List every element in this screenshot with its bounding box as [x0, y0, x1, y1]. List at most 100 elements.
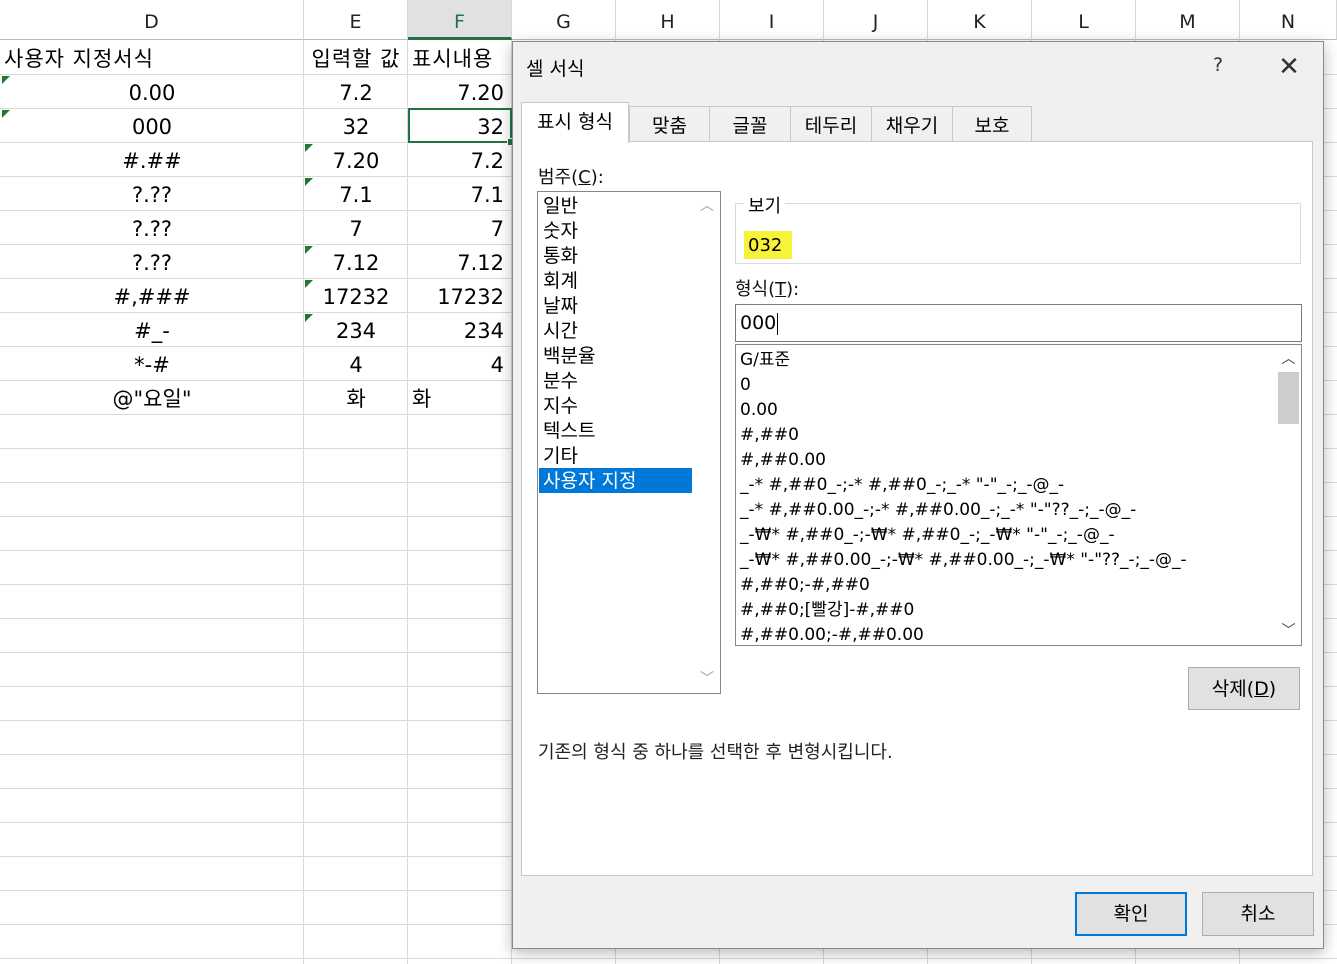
format-list-scrollbar[interactable]: ︿ ﹀: [1276, 345, 1301, 645]
column-header-j[interactable]: J: [824, 0, 928, 40]
cell-format-code[interactable]: ?.??: [0, 245, 304, 278]
row-gridline: [0, 958, 1337, 959]
cell-format-code[interactable]: *-#: [0, 347, 304, 380]
format-code-item[interactable]: 0: [740, 372, 751, 397]
format-code-list[interactable]: ︿ ﹀ G/표준 0 0.00 #,##0 #,##0.00 _-* #,##0_-;-*…: [735, 344, 1302, 646]
preview-label: 보기: [744, 192, 786, 218]
number-tab-panel: 범주(C): ︿ ﹀ 일반 숫자 통화 회계 날짜 시간 백분율 분수 지수 텍스트 기타 사용자 지…: [521, 141, 1313, 876]
category-item[interactable]: 일반: [539, 193, 692, 218]
category-item[interactable]: 기타: [539, 443, 692, 468]
category-item[interactable]: 시간: [539, 318, 692, 343]
cell-input-value[interactable]: 7.1: [304, 177, 408, 210]
chevron-down-icon[interactable]: ﹀: [1276, 619, 1301, 643]
format-code-item[interactable]: _-₩* #,##0.00_-;-₩* #,##0.00_-;_-₩* "-"?…: [740, 547, 1187, 572]
help-button[interactable]: ?: [1203, 54, 1233, 76]
cell-format-code[interactable]: #,###: [0, 279, 304, 312]
error-indicator-icon[interactable]: [305, 178, 313, 186]
cell-display-value[interactable]: 7.2: [408, 143, 508, 176]
category-list[interactable]: ︿ ﹀ 일반 숫자 통화 회계 날짜 시간 백분율 분수 지수 텍스트 기타 사용자 지정: [537, 191, 721, 694]
tab-font[interactable]: 글꼴: [709, 106, 791, 142]
category-item[interactable]: 텍스트: [539, 418, 692, 443]
cell-format-code[interactable]: 사용자 지정서식: [0, 41, 304, 74]
cell-input-value[interactable]: 17232: [304, 279, 408, 312]
cell-input-value[interactable]: 7.12: [304, 245, 408, 278]
cell-display-value[interactable]: 4: [408, 347, 508, 380]
column-header-l[interactable]: L: [1032, 0, 1136, 40]
category-item[interactable]: 회계: [539, 268, 692, 293]
format-type-input[interactable]: 000: [735, 304, 1302, 342]
cancel-button[interactable]: 취소: [1202, 892, 1314, 936]
category-item[interactable]: 통화: [539, 243, 692, 268]
format-code-item[interactable]: 0.00: [740, 397, 778, 422]
description-text: 기존의 형식 중 하나를 선택한 후 변형시킵니다.: [538, 742, 893, 763]
column-header-k[interactable]: K: [928, 0, 1032, 40]
column-header-f[interactable]: F: [408, 0, 512, 40]
cell-format-code[interactable]: ?.??: [0, 211, 304, 244]
format-code-item[interactable]: G/표준: [740, 347, 790, 372]
cell-format-code[interactable]: #.##: [0, 143, 304, 176]
error-indicator-icon[interactable]: [305, 144, 313, 152]
close-button[interactable]: ✕: [1269, 50, 1309, 84]
cell-format-code[interactable]: 000: [0, 109, 304, 142]
cell-input-value[interactable]: 7.2: [304, 75, 408, 108]
format-code-item[interactable]: _-₩* #,##0_-;-₩* #,##0_-;_-₩* "-"_-;_-@_…: [740, 522, 1115, 547]
format-code-item[interactable]: #,##0: [740, 422, 799, 447]
column-header-n[interactable]: N: [1240, 0, 1337, 40]
column-header-i[interactable]: I: [720, 0, 824, 40]
tab-number[interactable]: 표시 형식: [521, 102, 629, 143]
cell-display-value[interactable]: 7.20: [408, 75, 508, 108]
category-item[interactable]: 날짜: [539, 293, 692, 318]
cell-display-value[interactable]: 7.12: [408, 245, 508, 278]
cell-display-value[interactable]: 7: [408, 211, 508, 244]
format-code-item[interactable]: #,##0;-#,##0: [740, 572, 870, 597]
format-code-item[interactable]: #,##0.00;-#,##0.00: [740, 622, 924, 645]
format-code-item[interactable]: _-* #,##0.00_-;-* #,##0.00_-;_-* "-"??_-…: [740, 497, 1136, 522]
ok-button[interactable]: 확인: [1075, 892, 1187, 936]
format-code-item[interactable]: #,##0;[빨강]-#,##0: [740, 597, 914, 622]
error-indicator-icon[interactable]: [305, 280, 313, 288]
column-header-g[interactable]: G: [512, 0, 616, 40]
error-indicator-icon[interactable]: [2, 76, 10, 84]
cell-input-value[interactable]: 7.20: [304, 143, 408, 176]
cell-input-value[interactable]: 입력할 값: [304, 41, 408, 74]
delete-button[interactable]: 삭제(D): [1188, 667, 1300, 710]
error-indicator-icon[interactable]: [2, 110, 10, 118]
cell-input-value[interactable]: 32: [304, 109, 408, 142]
preview-group: [735, 203, 1301, 264]
category-item[interactable]: 백분율: [539, 343, 692, 368]
tab-border[interactable]: 테두리: [790, 106, 872, 142]
cell-display-value[interactable]: 17232: [408, 279, 508, 312]
tab-alignment[interactable]: 맞춤: [629, 106, 710, 142]
category-scrollbar[interactable]: ︿ ﹀: [694, 192, 720, 693]
format-code-item[interactable]: #,##0.00: [740, 447, 826, 472]
cell-input-value[interactable]: 234: [304, 313, 408, 346]
cell-display-value[interactable]: 234: [408, 313, 508, 346]
scroll-thumb[interactable]: [1278, 372, 1299, 424]
category-item[interactable]: 지수: [539, 393, 692, 418]
format-code-item[interactable]: _-* #,##0_-;-* #,##0_-;_-* "-"_-;_-@_-: [740, 472, 1064, 497]
scroll-up-icon[interactable]: ︿: [694, 194, 720, 218]
tab-protection[interactable]: 보호: [952, 106, 1032, 142]
cell-format-code[interactable]: @"요일": [0, 381, 304, 414]
column-header-m[interactable]: M: [1136, 0, 1240, 40]
category-item[interactable]: 숫자: [539, 218, 692, 243]
cell-input-value[interactable]: 화: [304, 381, 408, 414]
cell-display-value[interactable]: 화: [408, 381, 508, 414]
scroll-down-icon[interactable]: ﹀: [694, 667, 720, 691]
chevron-up-icon[interactable]: ︿: [1276, 347, 1301, 371]
cell-display-value[interactable]: 표시내용: [408, 41, 508, 74]
error-indicator-icon[interactable]: [305, 314, 313, 322]
cell-format-code[interactable]: #_-: [0, 313, 304, 346]
tab-fill[interactable]: 채우기: [871, 106, 953, 142]
error-indicator-icon[interactable]: [305, 246, 313, 254]
cell-display-value[interactable]: 7.1: [408, 177, 508, 210]
cell-input-value[interactable]: 4: [304, 347, 408, 380]
category-item[interactable]: 사용자 지정: [539, 468, 692, 493]
cell-format-code[interactable]: ?.??: [0, 177, 304, 210]
column-header-e[interactable]: E: [304, 0, 408, 40]
category-item[interactable]: 분수: [539, 368, 692, 393]
cell-input-value[interactable]: 7: [304, 211, 408, 244]
cell-format-code[interactable]: 0.00: [0, 75, 304, 108]
column-header-h[interactable]: H: [616, 0, 720, 40]
column-header-d[interactable]: D: [0, 0, 304, 40]
